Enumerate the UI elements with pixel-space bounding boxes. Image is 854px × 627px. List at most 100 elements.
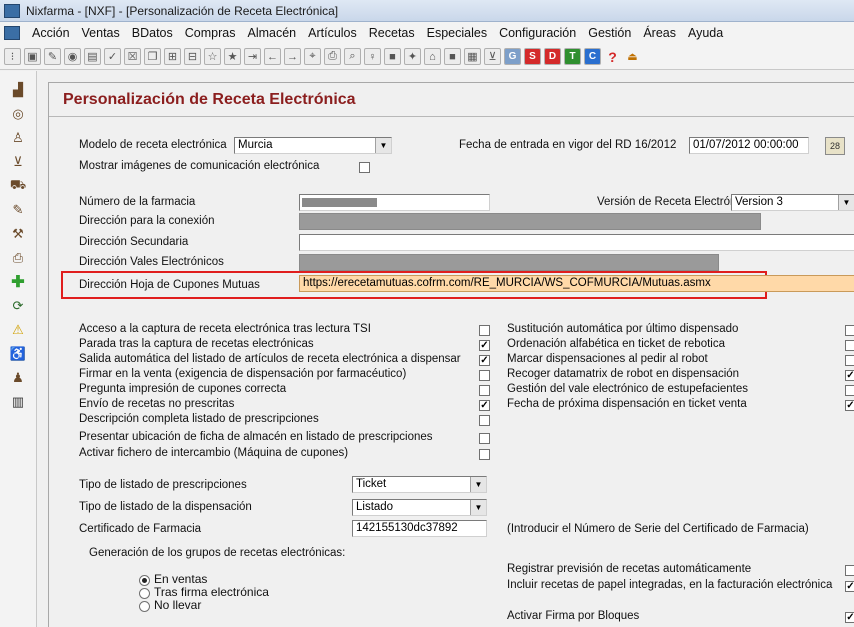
incluir-checkbox[interactable]: ✓ [845, 581, 854, 592]
edit-icon[interactable]: ✎ [44, 48, 61, 65]
magic-icon[interactable]: ✦ [404, 48, 421, 65]
sync-icon[interactable]: ⟳ [9, 297, 27, 315]
tree-icon[interactable]: ⊟ [184, 48, 201, 65]
menu-bdatos[interactable]: BDatos [126, 26, 179, 40]
document-icon[interactable] [4, 26, 20, 40]
radio-no-llevar[interactable] [139, 601, 150, 612]
pin-icon[interactable]: ⌖ [304, 48, 321, 65]
check-box[interactable]: ✓ [845, 400, 854, 411]
help-button[interactable]: ? [604, 48, 621, 65]
star-outline-icon[interactable]: ☆ [204, 48, 221, 65]
numero-farmacia-input[interactable] [299, 194, 490, 211]
check-box[interactable] [479, 385, 490, 396]
menu-recetas[interactable]: Recetas [363, 26, 421, 40]
truck-icon[interactable]: ⛟ [9, 177, 27, 195]
save-icon[interactable]: ▣ [24, 48, 41, 65]
direccion-cupones-input[interactable]: https://erecetamutuas.cofrm.com/RE_MURCI… [299, 275, 854, 292]
chevron-down-icon[interactable]: ▼ [470, 477, 486, 492]
barcode-icon[interactable]: ▥ [9, 393, 27, 411]
check-box[interactable]: ✓ [479, 355, 490, 366]
star-icon[interactable]: ★ [224, 48, 241, 65]
t-button[interactable]: T [564, 48, 581, 65]
help-bulb-icon[interactable]: ♀ [364, 48, 381, 65]
menu-especiales[interactable]: Especiales [421, 26, 493, 40]
table-icon[interactable]: ⊞ [164, 48, 181, 65]
tipo-prescripciones-select[interactable]: Ticket ▼ [352, 476, 487, 493]
search-icon[interactable]: ⌕ [344, 48, 361, 65]
cart-icon[interactable]: ⊻ [484, 48, 501, 65]
direccion-conexion-label: Dirección para la conexión [79, 215, 215, 227]
g-button[interactable]: G [504, 48, 521, 65]
pencil-icon[interactable]: ✎ [9, 201, 27, 219]
users-icon[interactable]: ♟ [9, 369, 27, 387]
pills-icon[interactable]: ◎ [9, 105, 27, 123]
walker-icon[interactable]: ♿ [9, 345, 27, 363]
tipo-dispensacion-select[interactable]: Listado ▼ [352, 499, 487, 516]
menu-almacen[interactable]: Almacén [241, 26, 302, 40]
version-select[interactable]: Version 3 ▼ [731, 194, 854, 211]
home-icon[interactable]: ⌂ [424, 48, 441, 65]
check-box[interactable] [845, 325, 854, 336]
check-box[interactable] [479, 415, 490, 426]
check-box[interactable]: ✓ [845, 370, 854, 381]
menu-ventas[interactable]: Ventas [76, 26, 126, 40]
tools-icon[interactable]: ⚒ [9, 225, 27, 243]
printer-icon[interactable]: ⎙ [324, 48, 341, 65]
mostrar-imagenes-checkbox[interactable] [359, 162, 370, 173]
radio-tras-firma[interactable] [139, 588, 150, 599]
chevron-down-icon[interactable]: ▼ [838, 195, 854, 210]
person-icon[interactable]: ♙ [9, 129, 27, 147]
d-button[interactable]: D [544, 48, 561, 65]
tipo-dispensacion-label: Tipo de listado de la dispensación [79, 501, 252, 513]
check-box[interactable] [845, 355, 854, 366]
plus-icon[interactable]: ✚ [9, 273, 27, 291]
s-button[interactable]: S [524, 48, 541, 65]
check-box[interactable]: ✓ [479, 340, 490, 351]
book-icon[interactable]: ■ [384, 48, 401, 65]
modelo-select[interactable]: Murcia ▼ [234, 137, 392, 154]
radio-en-ventas[interactable] [139, 575, 150, 586]
check-doc-icon[interactable]: ✓ [104, 48, 121, 65]
disk-icon[interactable]: ◉ [64, 48, 81, 65]
check-box[interactable] [479, 433, 490, 444]
square-icon[interactable]: ■ [444, 48, 461, 65]
warning-icon[interactable]: ⚠ [9, 321, 27, 339]
fecha-input[interactable]: 01/07/2012 00:00:00 [689, 137, 809, 154]
close-doc-icon[interactable]: ☒ [124, 48, 141, 65]
menu-areas[interactable]: Áreas [637, 26, 682, 40]
export-icon[interactable]: ⇥ [244, 48, 261, 65]
cart-left-icon[interactable]: ⊻ [9, 153, 27, 171]
certificado-input[interactable]: 142155130dc37892 [352, 520, 487, 537]
menu-gestion[interactable]: Gestión [582, 26, 637, 40]
check-label: Acceso a la captura de receta electrónic… [79, 323, 371, 335]
chevron-down-icon[interactable]: ▼ [470, 500, 486, 515]
chart-icon[interactable]: ▦ [464, 48, 481, 65]
menu-compras[interactable]: Compras [179, 26, 242, 40]
printer-left-icon[interactable]: ⎙ [9, 249, 27, 267]
arrow-right-icon[interactable]: → [284, 48, 301, 65]
menu-articulos[interactable]: Artículos [302, 26, 363, 40]
check-box[interactable] [479, 370, 490, 381]
menu-configuracion[interactable]: Configuración [493, 26, 582, 40]
check-box[interactable] [845, 385, 854, 396]
exit-icon[interactable]: ⏏ [624, 48, 641, 65]
chevron-down-icon[interactable]: ▼ [375, 138, 391, 153]
check-box[interactable] [845, 340, 854, 351]
check-box[interactable]: ✓ [479, 400, 490, 411]
direccion-secundaria-input[interactable] [299, 234, 854, 251]
check-label: Ordenación alfabética en ticket de rebot… [507, 338, 725, 350]
arrow-left-icon[interactable]: ← [264, 48, 281, 65]
calendar-icon[interactable]: 28 [825, 137, 845, 155]
menu-accion[interactable]: Acción [26, 26, 76, 40]
register-icon[interactable]: ▟ [9, 81, 27, 99]
direccion-conexion-input[interactable] [299, 213, 761, 230]
c-button[interactable]: C [584, 48, 601, 65]
check-box[interactable] [479, 449, 490, 460]
menu-ayuda[interactable]: Ayuda [682, 26, 729, 40]
copy-icon[interactable]: ❐ [144, 48, 161, 65]
direccion-vales-input[interactable] [299, 254, 719, 271]
print-icon[interactable]: ▤ [84, 48, 101, 65]
check-box[interactable] [479, 325, 490, 336]
firma-bloques-checkbox[interactable]: ✓ [845, 612, 854, 623]
registrar-checkbox[interactable] [845, 565, 854, 576]
